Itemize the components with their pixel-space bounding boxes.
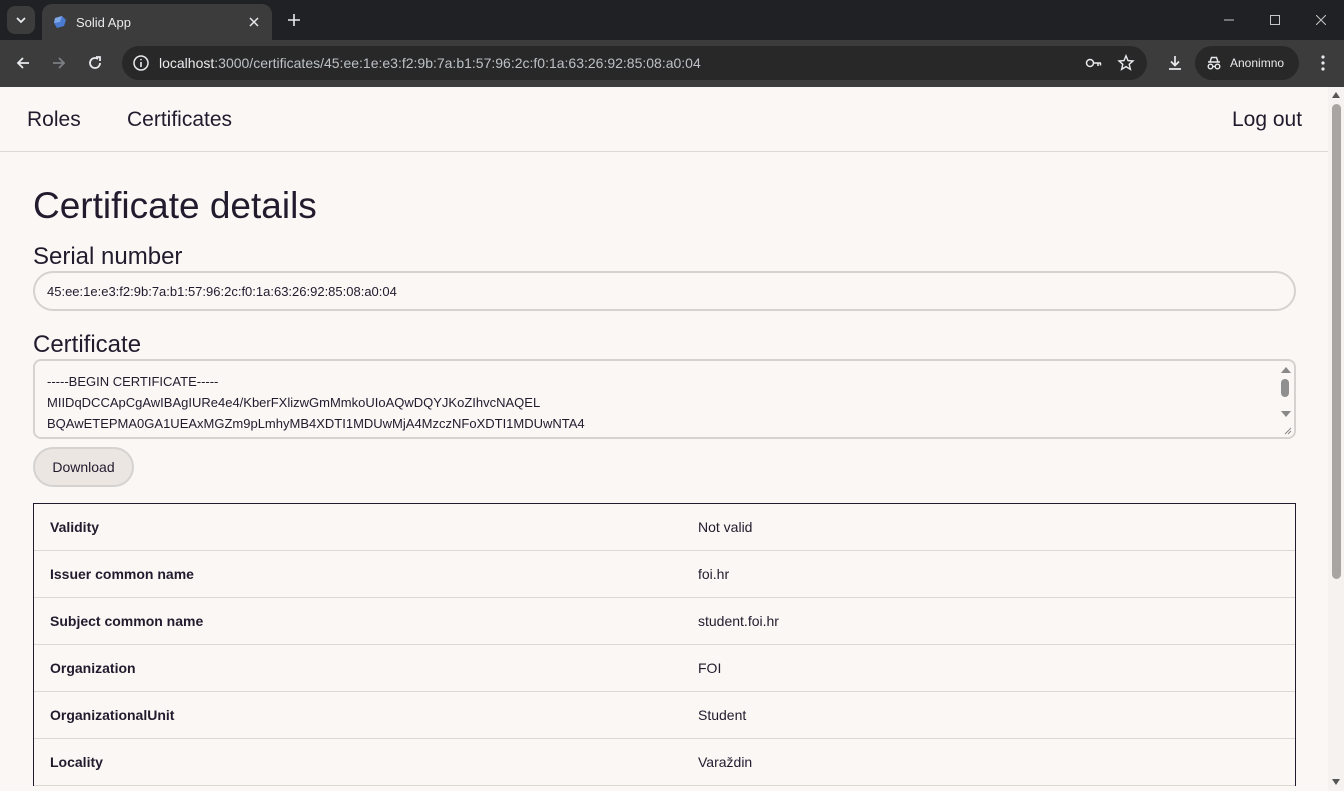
resize-handle-icon[interactable]	[1282, 425, 1292, 435]
detail-key: Subject common name	[50, 613, 204, 629]
detail-value: foi.hr	[698, 566, 730, 582]
detail-key: Organization	[50, 660, 136, 676]
table-row: Organization FOI	[34, 645, 1295, 692]
textarea-scroll-thumb[interactable]	[1281, 379, 1289, 397]
kebab-menu-icon	[1321, 55, 1325, 71]
table-row: Subject common name student.foi.hr	[34, 598, 1295, 645]
page-viewport: Roles Certificates Log out Certificate d…	[0, 87, 1344, 791]
certificate-details-table: Validity Not valid Issuer common name fo…	[33, 503, 1296, 786]
detail-value: Student	[698, 707, 747, 723]
address-bar[interactable]: localhost:3000/certificates/45:ee:1e:e3:…	[122, 46, 1147, 80]
chevron-down-icon	[16, 17, 26, 24]
key-icon[interactable]	[1085, 54, 1103, 72]
detail-key: Locality	[50, 754, 103, 770]
browser-tabstrip: Solid App	[0, 0, 1344, 40]
minimize-icon	[1224, 19, 1234, 21]
forward-button[interactable]	[44, 48, 74, 78]
browser-menu-button[interactable]	[1308, 48, 1338, 78]
info-icon[interactable]	[132, 54, 150, 72]
window-controls	[1206, 0, 1344, 40]
window-close-icon	[1316, 15, 1326, 25]
minimize-button[interactable]	[1206, 0, 1252, 40]
tab-search-button[interactable]	[7, 6, 35, 34]
profile-button[interactable]: Anonimno	[1195, 46, 1299, 80]
table-row: Locality Varaždin	[34, 739, 1295, 786]
table-row: Issuer common name foi.hr	[34, 551, 1295, 598]
detail-value: Varaždin	[698, 754, 753, 770]
profile-label: Anonimno	[1230, 56, 1285, 70]
detail-value: Not valid	[698, 519, 753, 535]
nav-roles-link[interactable]: Roles	[27, 108, 81, 132]
incognito-icon	[1207, 56, 1221, 70]
page-scrollbar[interactable]	[1328, 87, 1344, 791]
detail-key: Validity	[50, 519, 100, 535]
solid-logo-icon	[54, 16, 66, 28]
back-arrow-icon	[16, 57, 29, 69]
plus-icon	[288, 14, 300, 26]
app-navbar: Roles Certificates Log out	[0, 87, 1328, 152]
serial-number-label: Serial number	[33, 243, 183, 270]
download-button[interactable]: Download	[33, 447, 134, 487]
page-scroll-thumb[interactable]	[1332, 104, 1341, 579]
table-row: OrganizationalUnit Student	[34, 692, 1295, 739]
reload-icon	[89, 56, 101, 69]
browser-tab[interactable]: Solid App	[42, 4, 272, 40]
scroll-up-arrow-icon[interactable]	[1281, 367, 1291, 373]
address-bar-actions	[1085, 54, 1135, 72]
detail-value: FOI	[698, 660, 722, 676]
new-tab-button[interactable]	[282, 8, 306, 32]
serial-number-value: 45:ee:1e:e3:f2:9b:7a:b1:57:96:2c:f0:1a:6…	[47, 283, 397, 299]
scroll-down-arrow-icon[interactable]	[1332, 779, 1340, 785]
close-icon	[249, 16, 259, 27]
table-row: Validity Not valid	[34, 504, 1295, 551]
tab-title: Solid App	[76, 14, 131, 30]
detail-key: OrganizationalUnit	[50, 707, 175, 723]
window-close-button[interactable]	[1298, 0, 1344, 40]
textarea-scrollbar[interactable]	[1278, 363, 1292, 423]
certificate-label: Certificate	[33, 331, 142, 358]
downloads-button[interactable]	[1160, 48, 1190, 78]
star-icon[interactable]	[1117, 54, 1135, 72]
certificate-line: MIIDqDCCApCgAwIBAgIURe4e4/KberFXlizwGmMm…	[47, 395, 541, 410]
maximize-button[interactable]	[1252, 0, 1298, 40]
detail-key: Issuer common name	[50, 566, 194, 582]
nav-certificates-link[interactable]: Certificates	[127, 108, 232, 132]
url-path: :3000/certificates/45:ee:1e:e3:f2:9b:7a:…	[214, 55, 701, 71]
certificate-textarea[interactable]: -----BEGIN CERTIFICATE----- MIIDqDCCApCg…	[33, 359, 1296, 439]
download-icon	[1169, 56, 1181, 70]
maximize-icon	[1270, 15, 1280, 25]
certificate-line: -----BEGIN CERTIFICATE-----	[47, 374, 219, 389]
tab-close-button[interactable]	[246, 14, 262, 31]
reload-button[interactable]	[80, 48, 110, 78]
detail-value: student.foi.hr	[698, 613, 779, 629]
serial-number-field[interactable]: 45:ee:1e:e3:f2:9b:7a:b1:57:96:2c:f0:1a:6…	[33, 271, 1296, 311]
url-text: localhost:3000/certificates/45:ee:1e:e3:…	[159, 55, 701, 71]
scroll-up-arrow-icon[interactable]	[1332, 92, 1340, 98]
url-host: localhost	[159, 55, 215, 71]
logout-link[interactable]: Log out	[1232, 108, 1302, 132]
browser-toolbar: localhost:3000/certificates/45:ee:1e:e3:…	[0, 40, 1344, 87]
scroll-down-arrow-icon[interactable]	[1281, 411, 1291, 417]
forward-arrow-icon	[53, 57, 66, 69]
certificate-line: BQAwETEPMA0GA1UEAxMGZm9pLmhyMB4XDTI1MDUw…	[47, 416, 585, 431]
page-title: Certificate details	[33, 185, 317, 226]
back-button[interactable]	[8, 48, 38, 78]
